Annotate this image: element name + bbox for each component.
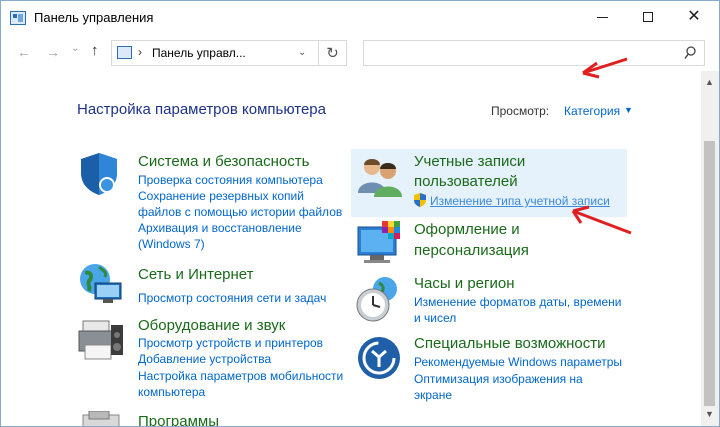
link-mobility-settings[interactable]: Настройка параметров мобильности: [138, 368, 343, 384]
link-recommended-settings[interactable]: Рекомендуемые Windows параметры: [414, 354, 622, 370]
view-by-label: Просмотр:: [491, 104, 550, 118]
link-date-time-formats[interactable]: Изменение форматов даты, времени: [414, 294, 622, 310]
link-change-account-type[interactable]: Изменение типа учетной записи: [430, 193, 610, 209]
view-by-dropdown[interactable]: Категория: [564, 104, 620, 118]
close-button[interactable]: ✕: [671, 1, 717, 33]
category-network-internet[interactable]: Сеть и Интернет: [138, 264, 254, 285]
link-add-device[interactable]: Добавление устройства: [138, 351, 271, 367]
link-check-computer-status[interactable]: Проверка состояния компьютера: [138, 172, 323, 188]
title-bar: Панель управления ✕: [1, 1, 719, 35]
maximize-button[interactable]: [625, 1, 671, 33]
recent-locations-chevron-icon[interactable]: ⌄: [71, 43, 79, 54]
content-area: Настройка параметров компьютера Просмотр…: [1, 71, 701, 426]
link-file-history-backup-cont[interactable]: файлов с помощью истории файлов: [138, 204, 342, 220]
category-user-accounts[interactable]: Учетные записи: [414, 151, 525, 172]
appearance-monitor-icon: [357, 221, 400, 263]
control-panel-window: Панель управления ✕ ← → ⌄ ↑ › Панель упр…: [0, 0, 720, 427]
uac-shield-icon: [414, 193, 426, 207]
minimize-icon: [596, 16, 608, 18]
scroll-down-icon[interactable]: ▼: [705, 409, 714, 419]
link-file-history-backup[interactable]: Сохранение резервных копий: [138, 188, 304, 204]
link-optimize-display-cont[interactable]: экране: [414, 387, 452, 403]
category-hardware-sound[interactable]: Оборудование и звук: [138, 315, 285, 336]
link-backup-restore[interactable]: Архивация и восстановление: [138, 220, 302, 236]
page-title: Настройка параметров компьютера: [77, 101, 326, 118]
scroll-up-icon[interactable]: ▲: [705, 77, 714, 87]
programs-icon: [82, 411, 120, 426]
control-panel-icon: [10, 11, 26, 25]
link-mobility-settings-cont[interactable]: компьютера: [138, 384, 205, 400]
back-arrow-icon[interactable]: ←: [17, 44, 31, 60]
link-backup-restore-cont[interactable]: (Windows 7): [138, 236, 205, 252]
shield-icon: [81, 153, 117, 195]
network-globe-icon: [80, 264, 122, 303]
scrollbar-thumb[interactable]: [704, 141, 715, 406]
maximize-icon: [643, 12, 653, 22]
up-arrow-icon[interactable]: ↑: [91, 42, 99, 59]
user-accounts-icon: [358, 159, 402, 197]
window-title: Панель управления: [34, 10, 154, 25]
address-text[interactable]: Панель управл...: [152, 46, 246, 60]
close-icon: ✕: [687, 8, 701, 25]
category-appearance[interactable]: Оформление и: [414, 219, 520, 240]
category-programs[interactable]: Программы: [138, 411, 219, 426]
navigation-bar: ← → ⌄ ↑ › Панель управл... ⌄ ↻: [1, 35, 719, 71]
category-ease-of-access[interactable]: Специальные возможности: [414, 333, 606, 354]
clock-globe-icon: [356, 277, 397, 322]
link-date-time-formats-cont[interactable]: и чисел: [414, 310, 456, 326]
chevron-down-icon[interactable]: ▼: [624, 105, 633, 115]
forward-arrow-icon[interactable]: →: [46, 44, 60, 60]
category-appearance-cont[interactable]: персонализация: [414, 240, 529, 261]
category-clock-region[interactable]: Часы и регион: [414, 273, 515, 294]
link-network-status[interactable]: Просмотр состояния сети и задач: [138, 290, 326, 306]
control-panel-icon: [117, 46, 132, 59]
link-optimize-display[interactable]: Оптимизация изображения на: [414, 371, 583, 387]
link-devices-printers[interactable]: Просмотр устройств и принтеров: [138, 335, 323, 351]
refresh-button[interactable]: ↻: [319, 40, 347, 66]
ease-of-access-icon: [358, 337, 400, 379]
search-icon: [684, 46, 696, 59]
refresh-icon: ↻: [326, 45, 339, 62]
printer-icon: [78, 320, 123, 360]
breadcrumb-separator-icon[interactable]: ›: [138, 45, 142, 59]
address-bar[interactable]: › Панель управл... ⌄: [111, 40, 319, 66]
vertical-scrollbar[interactable]: ▲ ▼: [701, 71, 719, 426]
category-system-security[interactable]: Система и безопасность: [138, 151, 309, 172]
minimize-button[interactable]: [579, 1, 625, 33]
chevron-down-icon[interactable]: ⌄: [298, 47, 306, 58]
category-user-accounts-cont[interactable]: пользователей: [414, 171, 518, 192]
search-input[interactable]: [363, 40, 705, 66]
